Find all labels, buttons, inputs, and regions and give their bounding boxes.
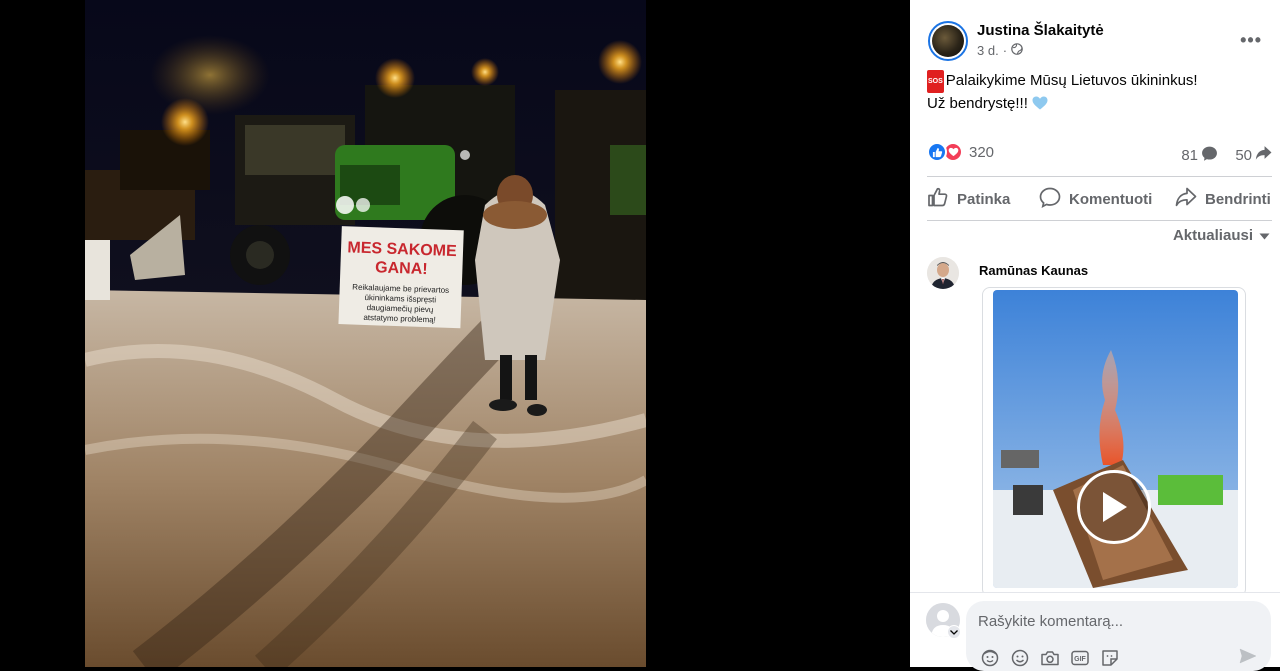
comment-sort-dropdown[interactable]: Aktualiausi (1173, 227, 1270, 244)
camera-icon[interactable] (1040, 648, 1059, 667)
comment-count: 81 (1181, 147, 1198, 164)
play-button[interactable] (1077, 470, 1151, 544)
post-panel: Justina Šlakaitytė 3 d. · ••• SOS Palaiky… (910, 0, 1280, 671)
like-outline-icon (927, 187, 949, 211)
sort-label: Aktualiausi (1172, 227, 1253, 244)
share-count-link[interactable]: 50 (1235, 145, 1272, 165)
commenter-avatar[interactable] (927, 257, 959, 289)
sos-icon: SOS (927, 70, 944, 93)
like-button[interactable]: Patinka (927, 187, 1039, 211)
gif-icon[interactable]: GIF (1070, 648, 1089, 667)
comment-label: Komentuoti (1069, 190, 1153, 208)
like-label: Patinka (957, 190, 1011, 208)
like-reaction-icon (927, 142, 947, 162)
globe-icon (1011, 43, 1023, 58)
share-outline-icon (1175, 187, 1197, 211)
comment-count-link[interactable]: 81 (1181, 145, 1218, 166)
post-photo[interactable]: MES SAKOME GANA! Reikalaujame be prievar… (85, 0, 646, 667)
share-button[interactable]: Bendrinti (1175, 187, 1271, 211)
caret-down-icon (1259, 227, 1270, 244)
avatar-sticker-icon[interactable] (980, 648, 999, 667)
reactions-summary[interactable]: 320 (927, 142, 994, 162)
post-text-line2: Už bendrystę!!! (927, 95, 1028, 112)
comment-input[interactable] (978, 610, 1258, 632)
post-text-line1: Palaikykime Mūsų Lietuvos ūkininkus! (945, 72, 1198, 89)
share-arrow-icon (1255, 145, 1272, 165)
sticker-icon[interactable] (1100, 648, 1119, 667)
photo-viewer: MES SAKOME GANA! Reikalaujame be prievar… (0, 0, 910, 667)
post-meta: 3 d. · (977, 43, 1023, 58)
light-blue-heart-icon (1032, 95, 1048, 112)
post-time[interactable]: 3 d. (977, 43, 999, 58)
comment-video-attachment[interactable] (982, 287, 1246, 597)
divider (927, 176, 1272, 177)
comment-button[interactable]: Komentuoti (1039, 187, 1175, 212)
author-name[interactable]: Justina Šlakaitytė (977, 22, 1104, 39)
comment-bubble-icon (1201, 145, 1218, 166)
chevron-down-icon[interactable] (947, 625, 961, 639)
reaction-count: 320 (969, 143, 995, 161)
comment-outline-icon (1039, 187, 1061, 212)
author-avatar[interactable] (928, 21, 968, 61)
share-label: Bendrinti (1205, 190, 1271, 208)
svg-text:GIF: GIF (1074, 656, 1086, 663)
sign-headline-2: GANA! (375, 259, 428, 278)
composer-tools: GIF (980, 648, 1119, 667)
post-text: SOS Palaikykime Mūsų Lietuvos ūkininkus! … (927, 70, 1198, 114)
video-thumbnail[interactable] (993, 290, 1238, 588)
comment-composer: GIF (910, 592, 1280, 671)
share-count: 50 (1235, 146, 1252, 164)
emoji-icon[interactable] (1010, 648, 1029, 667)
comment-input-box: GIF (966, 601, 1271, 671)
post-actions: Patinka Komentuoti Bendrinti (927, 184, 1280, 214)
commenter-name[interactable]: Ramūnas Kaunas (979, 263, 1088, 278)
divider (927, 220, 1272, 221)
more-options-button[interactable]: ••• (1240, 30, 1262, 51)
